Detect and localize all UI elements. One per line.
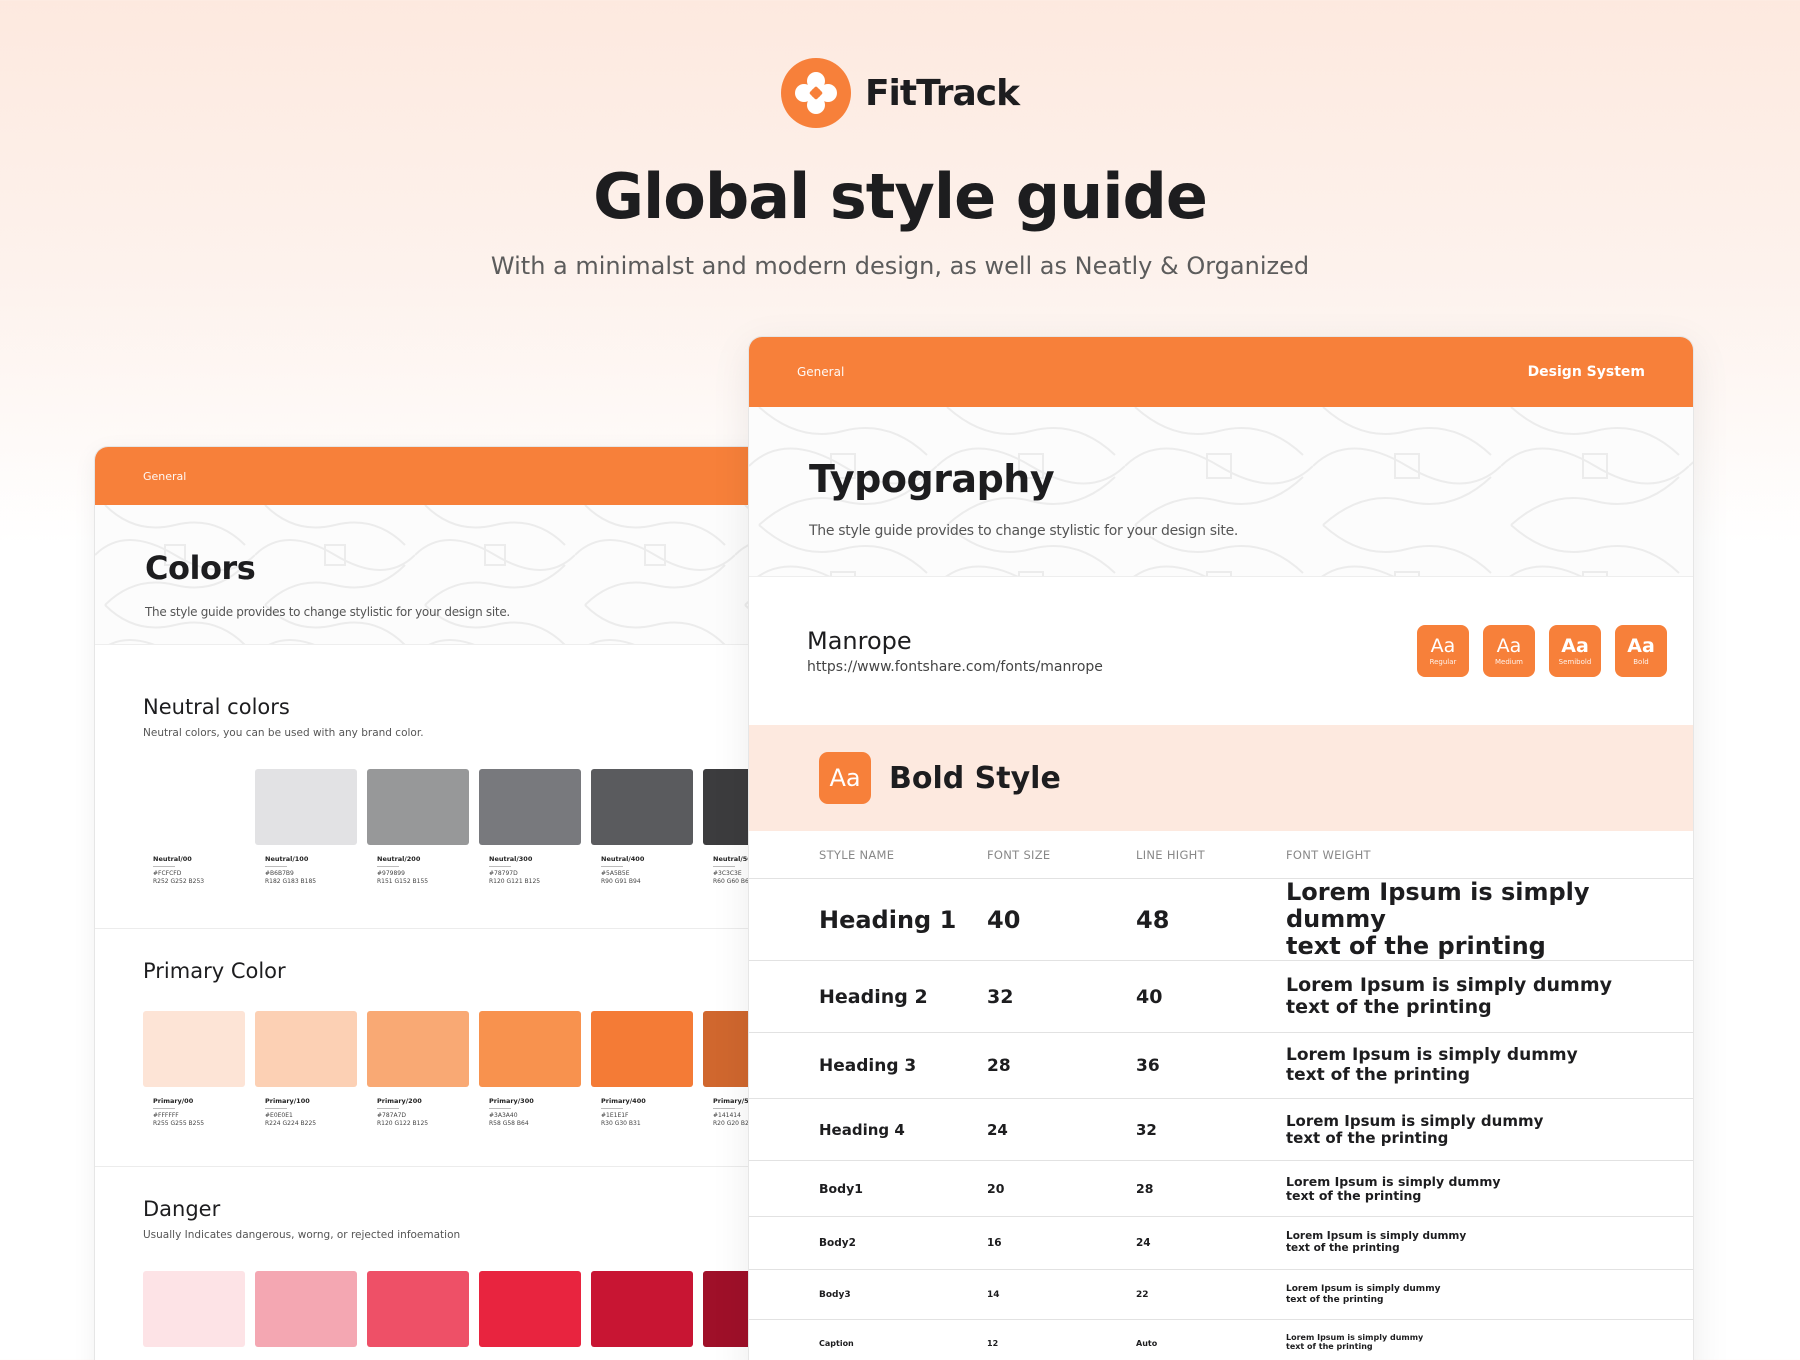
swatch[interactable] (367, 1271, 469, 1347)
brand-name: FitTrack (864, 72, 1020, 114)
brand: FitTrack (0, 58, 1800, 128)
design-system-label: Design System (1527, 364, 1645, 380)
bold-style-band: Aa Bold Style (749, 725, 1693, 831)
table-header: STYLE NAME FONT SIZE LINE HIGHT FONT WEI… (749, 831, 1693, 879)
swatch[interactable]: Neutral/100 #B6B7B9 R182 G183 B185 (255, 769, 357, 886)
table-row: Heading 1 40 48 Lorem Ipsum is simply dumm… (749, 879, 1693, 961)
header-line-height: LINE HIGHT (1136, 847, 1205, 862)
colors-header-label: General (143, 469, 187, 483)
font-url-link[interactable]: https://www.fontshare.com/fonts/manrope (807, 659, 1103, 675)
swatch[interactable]: Neutral/400 #5A5B5E R90 G91 B94 (591, 769, 693, 886)
header-style-name: STYLE NAME (819, 847, 895, 862)
swatch[interactable]: Neutral/200 #979899 R151 G152 B155 (367, 769, 469, 886)
swatch-row: Primary/00 #FFFFFF R255 G255 B255 Primary/… (143, 1011, 805, 1128)
swatch[interactable] (591, 1271, 693, 1347)
table-row: Body3 14 22 Lorem Ipsum is simply dummy tex… (749, 1270, 1693, 1320)
flower-logo-icon (780, 58, 851, 128)
weight-regular-button[interactable]: Aa Regular (1417, 625, 1469, 677)
colors-hero: Colors The style guide provides to chang… (95, 505, 813, 645)
table-row: Heading 4 24 32 Lorem Ipsum is simply dumm… (749, 1099, 1693, 1161)
swatch[interactable]: Primary/100 #E0E0E1 R224 G224 B225 (255, 1011, 357, 1128)
swatch[interactable]: Neutral/300 #78797D R120 G121 B125 (479, 769, 581, 886)
page-subtitle: With a minimalst and modern design, as w… (490, 252, 1310, 280)
swatch[interactable]: Primary/00 #FFFFFF R255 G255 B255 (143, 1011, 245, 1128)
typography-card-header: General Design System (749, 337, 1693, 407)
swatch[interactable] (255, 1271, 357, 1347)
section-description: Neutral colors, you can be used with any… (143, 727, 424, 739)
danger-section: Danger Usually Indicates dangerous, worn… (95, 1167, 813, 1347)
page-title: Global style guide (593, 160, 1208, 233)
bold-style-title: Bold Style (889, 760, 1061, 796)
swatch-row: Neutral/00 #FCFCFD R252 G252 B253 Neutral/… (143, 769, 805, 886)
weight-medium-button[interactable]: Aa Medium (1483, 625, 1535, 677)
section-title: Neutral colors (143, 695, 290, 719)
table-row: Body1 20 28 Lorem Ipsum is simply dummy tex… (749, 1161, 1693, 1217)
swatch[interactable]: Primary/300 #3A3A40 R58 G58 B64 (479, 1011, 581, 1128)
font-weights: Aa Regular Aa Medium Aa Semibold Aa Bold (1417, 625, 1667, 677)
colors-description: The style guide provides to change styli… (145, 605, 510, 619)
typography-description: The style guide provides to change styli… (809, 523, 1239, 539)
swatch[interactable]: Primary/400 #1E1E1F R30 G30 B31 (591, 1011, 693, 1128)
typography-hero: Typography The style guide provides to c… (749, 407, 1693, 577)
swatch[interactable] (479, 1271, 581, 1347)
section-title: Danger (143, 1197, 221, 1221)
font-info-row: Manrope https://www.fontshare.com/fonts/… (749, 577, 1693, 725)
colors-card-header: General (95, 447, 813, 505)
table-row: Heading 3 28 36 Lorem Ipsum is simply dumm… (749, 1033, 1693, 1099)
colors-title: Colors (145, 549, 256, 587)
typography-card: General Design System Typography The sty… (748, 336, 1694, 1360)
table-row: Heading 2 32 40 Lorem Ipsum is simply dumm… (749, 961, 1693, 1033)
header-font-weight: FONT WEIGHT (1286, 847, 1371, 862)
font-name: Manrope (807, 627, 912, 655)
weight-bold-button[interactable]: Aa Bold (1615, 625, 1667, 677)
table-row: Caption 12 Auto Lorem Ipsum is simply dumm… (819, 1333, 1424, 1351)
typography-header-label: General (797, 365, 845, 379)
table-row: Body2 16 24 Lorem Ipsum is simply dummy tex… (749, 1217, 1693, 1270)
neutral-section: Neutral colors Neutral colors, you can b… (95, 645, 813, 928)
weight-semibold-button[interactable]: Aa Semibold (1549, 625, 1601, 677)
bold-style-badge: Aa (819, 752, 871, 804)
swatch-row (143, 1271, 805, 1347)
primary-section: Primary Color Primary/00 #FFFFFF R255 G255… (95, 929, 813, 1166)
colors-card: General Colors The style guide provides … (94, 446, 814, 1360)
header-font-size: FONT SIZE (987, 847, 1051, 862)
swatch[interactable]: Neutral/00 #FCFCFD R252 G252 B253 (143, 769, 245, 886)
typography-title: Typography (809, 457, 1055, 501)
section-title: Primary Color (143, 959, 286, 983)
section-description: Usually Indicates dangerous, worng, or r… (143, 1229, 461, 1241)
swatch[interactable]: Primary/200 #787A7D R120 G122 B125 (367, 1011, 469, 1128)
swatch[interactable] (143, 1271, 245, 1347)
